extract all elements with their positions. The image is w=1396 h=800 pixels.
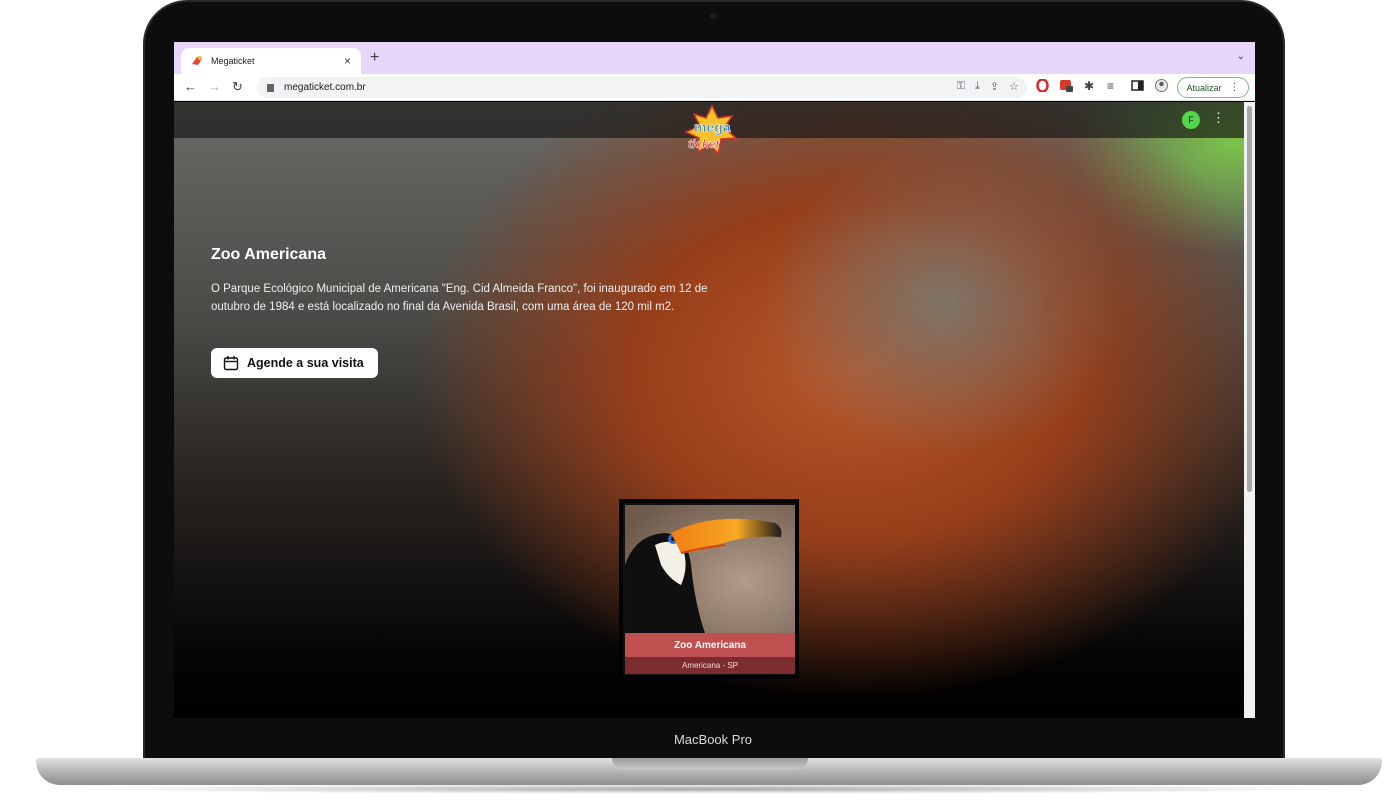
extension-badge-icon[interactable] — [1060, 79, 1073, 92]
bookmark-star-icon[interactable]: ☆ — [1009, 80, 1019, 93]
tab-close-icon[interactable]: × — [344, 54, 351, 68]
opera-extension-icon[interactable] — [1036, 79, 1049, 92]
venue-location: Americana - SP — [625, 657, 795, 674]
megaticket-logo[interactable]: mega ticket — [674, 104, 750, 164]
forward-icon[interactable]: → — [208, 79, 221, 94]
user-avatar[interactable]: F — [1182, 111, 1200, 129]
camera — [710, 13, 716, 19]
hero-title: Zoo Americana — [211, 246, 326, 263]
more-menu-icon[interactable]: ⋮ — [1212, 110, 1225, 126]
laptop-notch — [612, 758, 808, 770]
tab-strip: Megaticket × + ⌄ — [174, 42, 1255, 74]
laptop-shadow — [60, 784, 1360, 794]
back-icon[interactable]: ← — [184, 79, 197, 94]
laptop-mockup: Megaticket × + ⌄ ← → ↻ megaticket.com.br… — [0, 0, 1396, 800]
side-panel-icon[interactable] — [1131, 79, 1144, 92]
url-text: megaticket.com.br — [284, 82, 366, 93]
update-button[interactable]: Atualizar ⋮ — [1177, 77, 1249, 98]
reload-icon[interactable]: ↻ — [232, 79, 243, 95]
venue-name: Zoo Americana — [625, 633, 795, 657]
tab-title: Megaticket — [211, 56, 255, 66]
hero-description: O Parque Ecológico Municipal de American… — [211, 283, 708, 313]
reading-list-icon[interactable]: ≡ — [1107, 79, 1114, 93]
hero-section: mega ticket F ⋮ Zoo Americana O Parque E… — [174, 102, 1244, 718]
browser-tab[interactable]: Megaticket × — [181, 48, 361, 74]
logo-text-top: mega — [694, 119, 731, 135]
share-icon[interactable]: ⇪ — [990, 80, 999, 93]
new-tab-icon[interactable]: + — [370, 49, 379, 67]
screen: Megaticket × + ⌄ ← → ↻ megaticket.com.br… — [174, 42, 1255, 718]
chrome-menu-icon[interactable]: ⋮ — [1230, 82, 1240, 93]
update-label: Atualizar — [1186, 82, 1222, 93]
extensions-puzzle-icon[interactable]: ✱ — [1084, 79, 1094, 93]
schedule-visit-label: Agende a sua visita — [247, 356, 364, 370]
toucan-photo — [625, 505, 795, 633]
lock-icon — [267, 83, 274, 92]
schedule-visit-button[interactable]: Agende a sua visita — [211, 348, 378, 378]
calendar-icon — [223, 356, 239, 371]
logo-text-bottom: ticket — [688, 137, 720, 151]
key-icon[interactable]: ⚿ — [957, 80, 965, 93]
tab-search-icon[interactable]: ⌄ — [1237, 51, 1245, 62]
page-scrollbar[interactable] — [1244, 102, 1255, 718]
install-icon[interactable]: ⤓ — [975, 80, 980, 93]
megaticket-favicon-icon — [192, 56, 202, 65]
scrollbar-thumb[interactable] — [1247, 106, 1252, 492]
address-bar[interactable]: megaticket.com.br ⚿ ⤓ ⇪ ☆ — [257, 77, 1027, 98]
venue-card[interactable]: Zoo Americana Americana - SP — [619, 499, 799, 679]
browser-toolbar: ← → ↻ megaticket.com.br ⚿ ⤓ ⇪ ☆ ✱ ≡ Atua… — [174, 74, 1255, 101]
profile-avatar-icon[interactable] — [1155, 79, 1168, 92]
device-label: MacBook Pro — [673, 732, 753, 747]
